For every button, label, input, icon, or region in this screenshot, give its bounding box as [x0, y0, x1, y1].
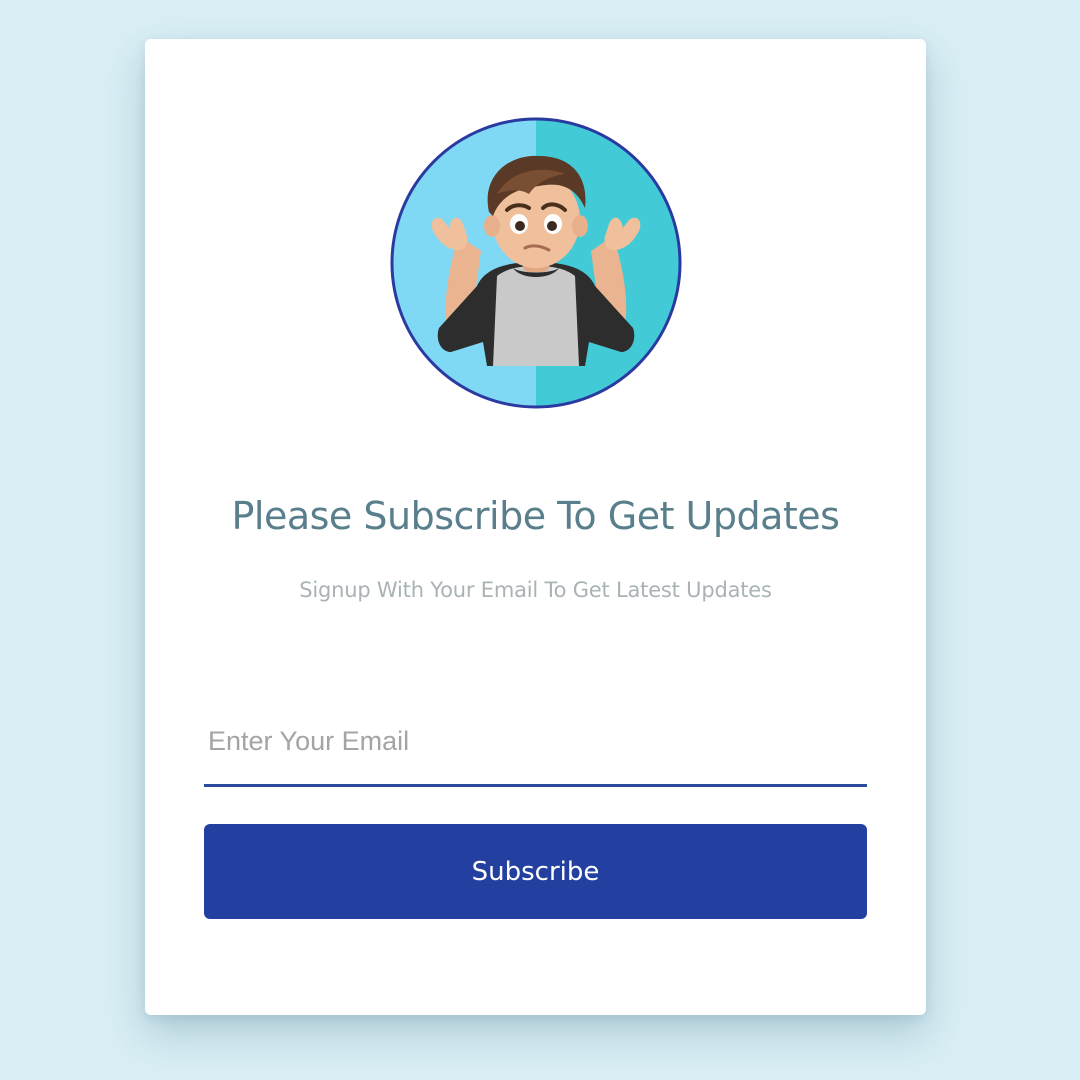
shrug-avatar-icon: [390, 117, 682, 409]
subscribe-card: Please Subscribe To Get Updates Signup W…: [145, 39, 926, 1015]
avatar: [389, 116, 683, 410]
email-input[interactable]: [204, 699, 867, 784]
subscribe-button[interactable]: Subscribe: [204, 824, 867, 919]
email-field-wrapper: [204, 699, 867, 787]
page-subtitle: Signup With Your Email To Get Latest Upd…: [299, 578, 772, 602]
page-title: Please Subscribe To Get Updates: [231, 494, 840, 538]
